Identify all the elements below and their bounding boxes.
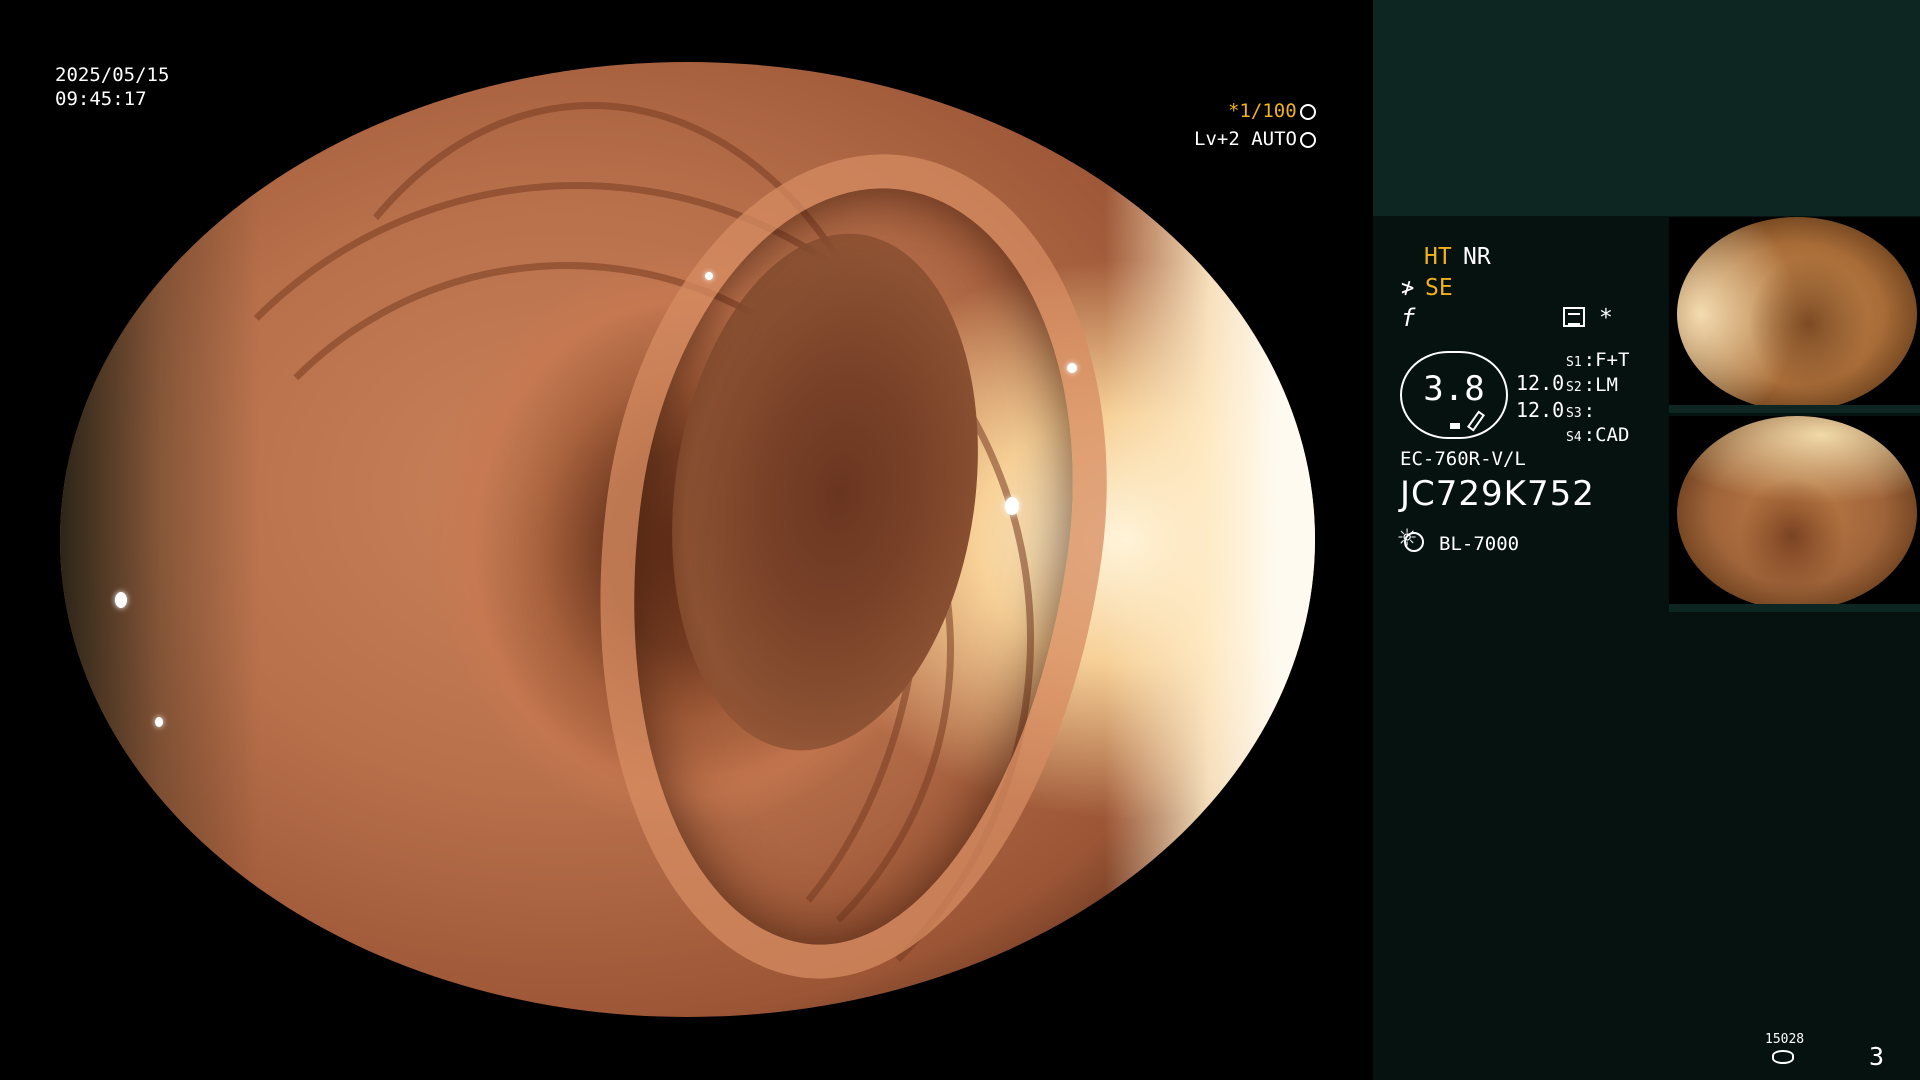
- shutter-speed: *1/100: [1228, 99, 1316, 123]
- distance-value-2: 12.0: [1516, 398, 1565, 422]
- brightness-level: Lv+2 AUTO: [1194, 127, 1316, 151]
- switch-slot-1: S1:F+T: [1566, 349, 1630, 371]
- date: 2025/05/15: [55, 64, 170, 86]
- specular-highlight: [155, 717, 163, 727]
- gauge-mark: [1450, 423, 1460, 429]
- image-count: 15028: [1765, 1032, 1805, 1047]
- light-source-icon: [1398, 524, 1424, 554]
- structure-enhance-icon: ≯: [1401, 276, 1415, 301]
- thumbnail-image: [1677, 416, 1917, 610]
- specular-highlight: [1067, 363, 1077, 373]
- zoom-value: 3.8: [1423, 369, 1485, 409]
- ht-indicator: HT: [1424, 244, 1452, 270]
- color-mode-icon: f: [1401, 304, 1416, 332]
- gauge-needle-icon: [1466, 410, 1486, 432]
- shutter-speed-label: *1/100: [1228, 100, 1297, 122]
- light-glare: [1105, 62, 1315, 1017]
- switch-slot-4: S4:CAD: [1566, 424, 1630, 446]
- light-source-model: BL-7000: [1439, 533, 1520, 555]
- se-indicator: SE: [1425, 275, 1453, 301]
- scope-serial: JC729K752: [1400, 474, 1595, 514]
- nr-indicator: NR: [1463, 244, 1491, 270]
- thumbnail-image: [1677, 217, 1917, 411]
- switch-slot-3: S3:: [1566, 400, 1596, 422]
- specular-highlight: [115, 592, 127, 608]
- slot-value: F+T: [1595, 349, 1630, 371]
- thumbnail-bar: [1669, 604, 1920, 612]
- page-number: 3: [1869, 1042, 1885, 1071]
- endoscope-live-view: 2025/05/15 09:45:17 *1/100 Lv+2 AUTO: [0, 0, 1373, 1080]
- iris-icon: [1299, 132, 1316, 148]
- captured-thumbnail-2[interactable]: [1669, 416, 1920, 612]
- slot-value: CAD: [1595, 424, 1630, 446]
- specular-highlight: [705, 272, 713, 280]
- captured-thumbnail-1[interactable]: [1669, 217, 1920, 413]
- brightness-level-label: Lv+2 AUTO: [1194, 128, 1297, 150]
- slot-value: LM: [1595, 374, 1618, 396]
- time: 09:45:17: [55, 88, 147, 110]
- distance-value-1: 12.0: [1516, 371, 1565, 395]
- slot-key: S3: [1566, 406, 1582, 421]
- slot-key: S2: [1566, 380, 1582, 395]
- zoom-gauge: 3.8: [1400, 351, 1508, 439]
- date-time: 2025/05/15 09:45:17: [55, 63, 169, 111]
- switch-slot-2: S2:LM: [1566, 374, 1618, 396]
- scope-model: EC-760R-V/L: [1400, 448, 1526, 470]
- slot-key: S4: [1566, 430, 1582, 445]
- slot-key: S1: [1566, 355, 1582, 370]
- storage-icon: [1772, 1050, 1794, 1064]
- menu-icon: [1563, 307, 1585, 327]
- specular-highlight: [1005, 497, 1019, 515]
- star-icon: *: [1599, 305, 1613, 331]
- colon-lumen-image: [60, 62, 1315, 1017]
- aperture-icon: [1299, 104, 1316, 120]
- panel-header-area: [1373, 0, 1920, 216]
- thumbnail-bar: [1669, 405, 1920, 413]
